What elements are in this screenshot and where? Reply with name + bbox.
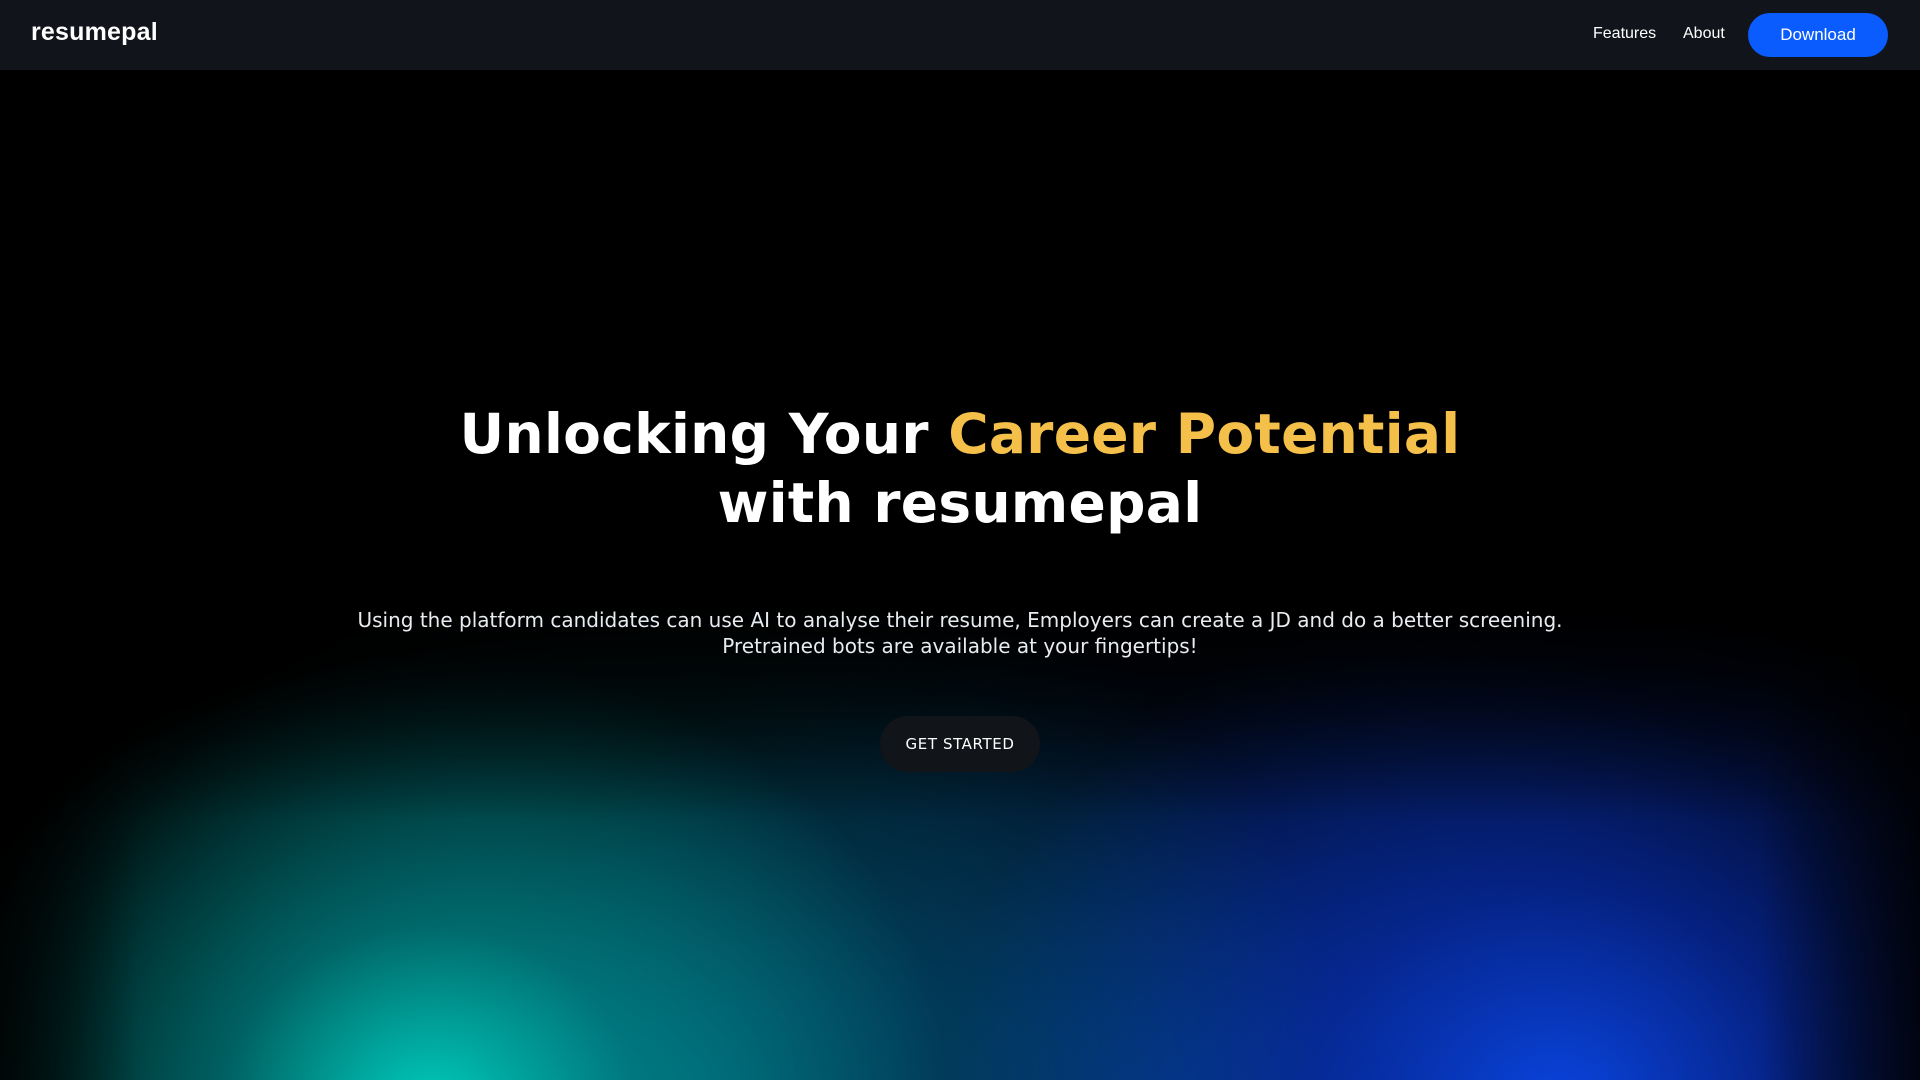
navbar: resumepal Features About Download bbox=[0, 0, 1920, 70]
background-shade bbox=[0, 0, 1920, 1080]
logo[interactable]: resumepal bbox=[31, 18, 158, 47]
hero-section: Unlocking Your Career Potential with res… bbox=[0, 400, 1920, 772]
headline-part1: Unlocking Your bbox=[459, 402, 949, 466]
headline-accent: Career Potential bbox=[948, 402, 1461, 466]
nav-link-features[interactable]: Features bbox=[1593, 25, 1656, 43]
landing-page: resumepal Features About Download Unlock… bbox=[0, 0, 1920, 1080]
hero-subtitle: Using the platform candidates can use AI… bbox=[357, 608, 1563, 658]
get-started-button[interactable]: GET STARTED bbox=[880, 716, 1040, 772]
nav-link-about[interactable]: About bbox=[1683, 25, 1725, 43]
headline-line2: with resumepal bbox=[717, 471, 1203, 535]
hero-headline: Unlocking Your Career Potential with res… bbox=[0, 400, 1920, 538]
download-button[interactable]: Download bbox=[1748, 13, 1888, 57]
